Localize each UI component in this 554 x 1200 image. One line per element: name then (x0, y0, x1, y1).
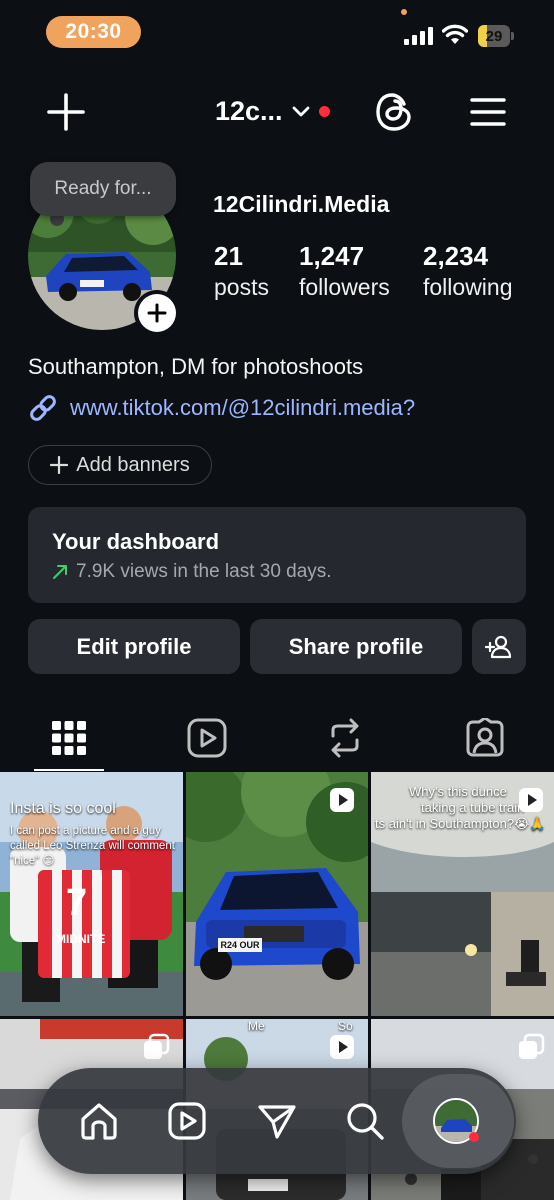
edit-profile-button[interactable]: Edit profile (28, 619, 240, 674)
share-profile-button[interactable]: Share profile (250, 619, 462, 674)
plus-icon (50, 456, 69, 474)
search-icon (347, 1103, 384, 1140)
send-icon (258, 1105, 296, 1139)
reposts-tab[interactable] (276, 705, 414, 771)
reel-badge-icon (330, 1035, 354, 1059)
reels-tab[interactable] (138, 705, 276, 771)
active-tab-indicator (34, 769, 104, 771)
status-bar: 20:30 29 (0, 0, 554, 62)
add-story-button[interactable] (134, 290, 180, 336)
stat-posts-label: posts (214, 274, 269, 300)
stat-followers-label: followers (299, 274, 390, 300)
display-name: 12Cilindri.Media (213, 191, 390, 217)
post-6-overlay: So (338, 1019, 353, 1033)
stat-followers[interactable]: 1,247 followers (299, 240, 390, 302)
dashboard-card[interactable]: Your dashboard 7.9K views in the last 30… (28, 507, 526, 603)
grid-post-3[interactable]: Why's this dunce taking a tube train ts … (371, 772, 554, 1016)
link-icon (30, 395, 56, 421)
nav-home[interactable] (66, 1088, 132, 1154)
threads-icon (376, 93, 411, 131)
stat-following-value: 2,234 (423, 241, 489, 271)
post-1-caption: I can post a picture and a guy called Le… (10, 825, 175, 867)
menu-icon (470, 98, 506, 126)
bio-link[interactable]: www.tiktok.com/@12cilindri.media? (28, 393, 415, 423)
nav-search[interactable] (332, 1088, 398, 1154)
trend-up-icon (53, 565, 67, 579)
add-banners-button[interactable]: Add banners (28, 445, 212, 485)
profile-header: 12c... (0, 80, 554, 142)
reels-icon (187, 718, 227, 758)
post-3-caption-2: taking a tube train (421, 800, 525, 815)
create-button[interactable] (42, 88, 90, 136)
reels-icon (168, 1102, 206, 1140)
wifi-icon (442, 24, 468, 44)
nav-reels[interactable] (154, 1088, 220, 1154)
grid-tab[interactable] (0, 705, 138, 771)
dashboard-subtitle: 7.9K views in the last 30 days. (76, 561, 332, 582)
post-2-plate: R24 OUR (220, 940, 260, 950)
stat-posts-value: 21 (214, 241, 243, 271)
status-time: 20:30 (46, 16, 141, 48)
stat-posts[interactable]: 21 posts (214, 240, 269, 302)
stat-following-label: following (423, 274, 513, 300)
bottom-nav (38, 1068, 516, 1174)
tagged-icon (466, 718, 504, 757)
note-bubble[interactable]: Ready for... (30, 162, 176, 216)
grid-post-2[interactable]: R24 OUR (186, 772, 368, 1016)
home-icon (81, 1103, 117, 1140)
notification-dot (318, 105, 330, 117)
nav-messages[interactable] (244, 1088, 310, 1154)
post-3-caption-1: Why's this dunce (409, 784, 507, 799)
privacy-indicator-dot (401, 9, 407, 15)
tagged-tab[interactable] (416, 705, 554, 771)
grid-icon (52, 721, 86, 755)
threads-button[interactable] (370, 88, 418, 136)
reel-badge-icon (330, 788, 354, 812)
post-1-shirt-text: MIDNITE (56, 932, 106, 946)
post-1-shirt-number: 7 (66, 882, 88, 924)
battery-percent: 29 (485, 27, 503, 45)
add-banners-label: Add banners (76, 453, 190, 476)
carousel-badge-icon (144, 1033, 170, 1059)
grid-post-1[interactable]: Insta is so cool I can post a picture an… (0, 772, 183, 1016)
menu-button[interactable] (464, 88, 512, 136)
dashboard-title: Your dashboard (52, 529, 220, 554)
post-1-title: Insta is so cool (10, 800, 116, 817)
bio-link-text[interactable]: www.tiktok.com/@12cilindri.media? (70, 395, 415, 421)
post-5-overlay: Me (248, 1019, 265, 1033)
stat-followers-value: 1,247 (299, 241, 365, 271)
plus-icon (147, 303, 167, 323)
discover-people-button[interactable] (472, 619, 526, 674)
account-switcher[interactable]: 12c... (215, 94, 330, 128)
add-person-icon (485, 635, 512, 658)
signal-icon (404, 27, 433, 45)
battery-icon: 29 (478, 25, 514, 47)
profile-tabs (0, 705, 554, 771)
chevron-down-icon (292, 106, 309, 117)
carousel-badge-icon (519, 1033, 545, 1059)
header-username: 12c... (215, 95, 283, 126)
repost-icon (331, 718, 359, 758)
plus-icon (47, 93, 85, 131)
post-3-caption-3: ts ain't in Southampton?😭🙏 (375, 816, 546, 831)
nav-notification-dot (469, 1132, 479, 1142)
bio-text: Southampton, DM for photoshoots (28, 354, 364, 379)
stat-following[interactable]: 2,234 following (423, 240, 513, 302)
reel-badge-icon (519, 788, 543, 812)
